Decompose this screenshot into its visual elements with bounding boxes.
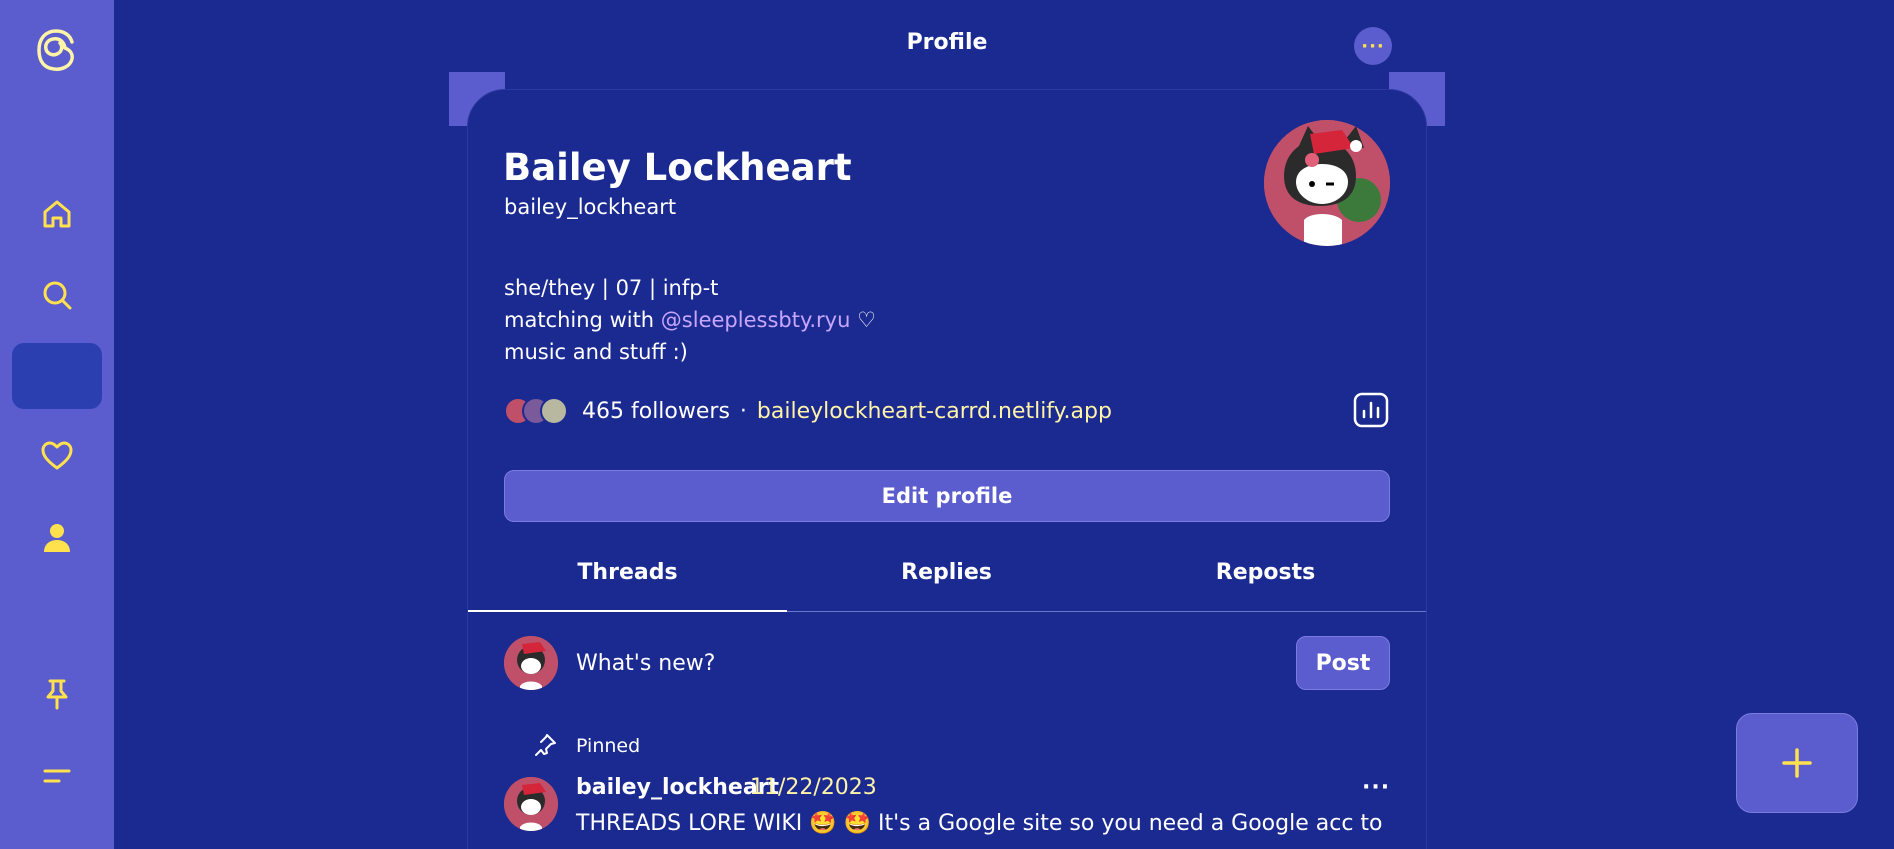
post-username[interactable]: bailey_lockheart bbox=[576, 775, 779, 800]
new-thread-button[interactable] bbox=[1736, 713, 1858, 813]
sidebar-item-search[interactable] bbox=[12, 262, 102, 328]
bio-line-2-suffix: ♡ bbox=[850, 308, 876, 332]
bio-line-2: matching with @sleeplessbty.ryu ♡ bbox=[504, 304, 876, 336]
heart-icon bbox=[41, 441, 73, 470]
avatar[interactable] bbox=[1264, 120, 1390, 246]
post-date: 11/22/2023 bbox=[750, 775, 877, 800]
page-title: Profile bbox=[906, 30, 988, 55]
composer-avatar bbox=[504, 636, 558, 690]
sidebar-item-pinned[interactable] bbox=[12, 661, 102, 727]
tab-threads[interactable]: Threads bbox=[468, 560, 787, 585]
more-options-button[interactable]: ··· bbox=[1354, 27, 1392, 65]
bio-line-1: she/they | 07 | infp-t bbox=[504, 276, 719, 300]
pin-icon bbox=[46, 679, 68, 710]
sidebar-item-more[interactable] bbox=[12, 743, 102, 809]
active-tab-indicator bbox=[468, 610, 787, 612]
post-avatar[interactable] bbox=[504, 777, 558, 831]
follower-avatar bbox=[540, 397, 568, 425]
profile-name: Bailey Lockheart bbox=[503, 146, 852, 189]
profile-bio: she/they | 07 | infp-t matching with @sl… bbox=[504, 272, 876, 368]
profile-icon bbox=[44, 524, 70, 552]
tab-replies[interactable]: Replies bbox=[787, 560, 1106, 585]
followers-row: 465 followers · baileylockheart-carrd.ne… bbox=[504, 395, 1112, 427]
bio-line-3: music and stuff :) bbox=[504, 340, 688, 364]
sidebar-item-activity[interactable] bbox=[12, 423, 102, 489]
composer-input[interactable]: What's new? bbox=[576, 651, 715, 676]
sidebar-item-profile[interactable] bbox=[12, 505, 102, 571]
pinned-label: Pinned bbox=[576, 735, 641, 757]
bio-line-2-prefix: matching with bbox=[504, 308, 661, 332]
post-button[interactable]: Post bbox=[1296, 636, 1390, 690]
menu-icon bbox=[43, 769, 71, 783]
insights-icon[interactable] bbox=[1353, 392, 1389, 428]
post-text: THREADS LORE WIKI 🤩 🤩 It's a Google site… bbox=[576, 811, 1383, 836]
profile-link[interactable]: baileylockheart-carrd.netlify.app bbox=[757, 399, 1112, 424]
followers-count[interactable]: 465 followers bbox=[582, 399, 730, 424]
sidebar-item-home[interactable] bbox=[12, 181, 102, 247]
profile-handle: bailey_lockheart bbox=[504, 195, 677, 219]
home-icon bbox=[43, 200, 71, 228]
search-icon bbox=[43, 281, 72, 310]
tab-reposts[interactable]: Reposts bbox=[1106, 560, 1425, 585]
pinned-icon bbox=[532, 732, 558, 758]
post-more-button[interactable]: ··· bbox=[1362, 775, 1390, 800]
plus-icon bbox=[1782, 748, 1812, 778]
edit-profile-button[interactable]: Edit profile bbox=[504, 470, 1390, 522]
sidebar bbox=[0, 0, 114, 849]
separator: · bbox=[739, 398, 747, 424]
sidebar-item-create[interactable] bbox=[12, 343, 102, 409]
mention-link[interactable]: @sleeplessbty.ryu bbox=[661, 308, 851, 332]
